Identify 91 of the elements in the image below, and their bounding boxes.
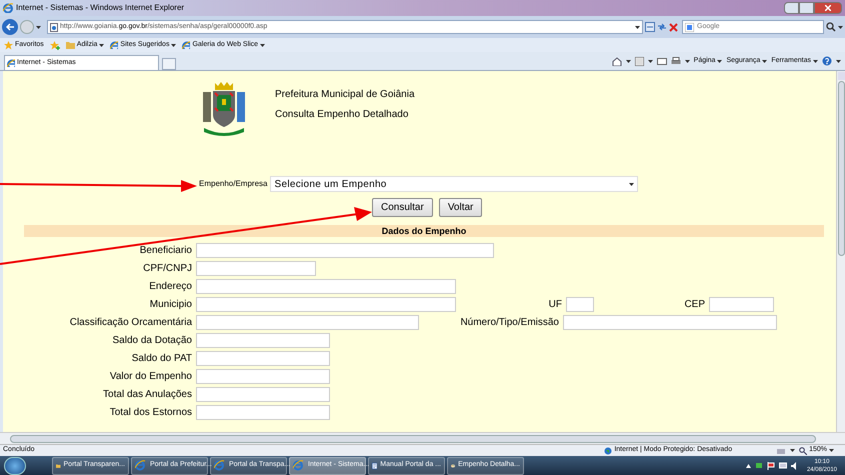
show-hidden-icons-icon — [746, 464, 751, 468]
coat-of-arms-drawing — [200, 80, 248, 138]
caret-icon — [171, 44, 176, 46]
caret-icon — [629, 182, 634, 186]
field-label: Classificação Orcamentária — [68, 316, 192, 330]
text-field[interactable] — [196, 405, 330, 420]
new-tab-button[interactable] — [162, 58, 176, 70]
back-arrow-icon — [6, 23, 14, 31]
refresh-icon — [657, 22, 667, 32]
ie-logo-icon — [3, 3, 13, 13]
caret-icon — [717, 60, 722, 62]
text-field[interactable] — [196, 261, 316, 276]
field-label: CPF/CNPJ — [142, 262, 192, 276]
field-label: Valor do Empenho — [108, 370, 192, 384]
section-header: Dados do Empenho — [24, 225, 824, 237]
caret-icon — [829, 449, 834, 452]
field-label: Endereço — [148, 280, 192, 294]
field-label: Municipio — [148, 298, 192, 312]
caret-icon — [838, 26, 843, 28]
caret-icon — [836, 60, 841, 62]
field-label: Total das Anulações — [102, 388, 192, 402]
text-field[interactable] — [566, 297, 594, 312]
ie-logo-icon — [110, 41, 118, 49]
page-heading: Consulta Empenho Detalhado — [275, 108, 410, 122]
magnifier-icon — [799, 446, 808, 454]
compatibility-view-icon — [645, 22, 655, 32]
text-field[interactable] — [196, 243, 494, 258]
ie-logo-icon — [135, 460, 147, 472]
search-icon — [826, 22, 836, 32]
vertical-scrollbar[interactable] — [836, 71, 845, 432]
maximize-button[interactable] — [799, 2, 814, 14]
caret-icon — [36, 26, 41, 28]
field-label: Saldo da Dotação — [111, 334, 192, 348]
field-label: Saldo do PAT — [130, 352, 192, 366]
scrollbar-thumb[interactable] — [10, 434, 816, 442]
network-icon — [754, 462, 763, 470]
minimize-button[interactable] — [784, 2, 799, 14]
page-heading: Prefeitura Municipal de Goiânia — [275, 88, 415, 102]
text-field[interactable] — [196, 297, 456, 312]
text-field[interactable] — [196, 315, 419, 330]
flag-icon — [766, 462, 775, 470]
speaker-icon — [790, 462, 799, 470]
start-button[interactable] — [4, 456, 26, 474]
scroll-up-button[interactable] — [838, 72, 844, 80]
field-label: Empenho/Empresa — [199, 178, 268, 190]
text-field[interactable] — [196, 333, 330, 348]
printer-icon — [670, 56, 681, 66]
caret-icon — [635, 26, 640, 28]
caret-icon — [99, 44, 104, 46]
text-field[interactable] — [196, 369, 330, 384]
ie-logo-icon — [182, 41, 190, 49]
field-label: Total dos Estornos — [108, 406, 192, 420]
add-favorite-icon — [50, 40, 60, 50]
text-field[interactable] — [196, 387, 330, 402]
page-icon — [50, 22, 58, 32]
field-label: UF — [548, 298, 562, 312]
monitor-icon — [778, 462, 787, 470]
ie-logo-icon — [214, 460, 226, 472]
help-icon — [822, 56, 832, 66]
caret-icon — [260, 44, 266, 46]
text-field[interactable] — [563, 315, 777, 330]
close-button[interactable] — [814, 2, 842, 14]
text-field[interactable] — [709, 297, 774, 312]
window-title: Internet - Sistemas - Windows Internet Explorer — [16, 2, 184, 14]
star-icon — [4, 40, 13, 50]
form-button[interactable]: Voltar — [438, 198, 482, 217]
scrollbar-thumb[interactable] — [838, 81, 844, 256]
caret-icon — [626, 60, 631, 62]
field-label: CEP — [683, 298, 705, 312]
caret-icon — [684, 60, 690, 62]
caret-icon — [762, 60, 768, 62]
horizontal-scrollbar[interactable] — [0, 432, 845, 444]
back-button[interactable] — [2, 19, 18, 35]
caret-icon — [813, 60, 818, 62]
empenho-select[interactable]: Selecione um Empenho — [270, 176, 638, 192]
folder-icon — [66, 41, 75, 49]
google-logo-icon — [685, 22, 694, 32]
field-label: Beneficiario — [138, 244, 192, 258]
text-field[interactable] — [196, 351, 330, 366]
ie-logo-icon — [293, 460, 305, 472]
field-label: Número/Tipo/Emissão — [459, 316, 559, 330]
caret-icon — [648, 60, 653, 62]
caret-icon — [790, 449, 796, 452]
text-field[interactable] — [196, 279, 456, 294]
stop-icon — [669, 22, 678, 32]
globe-icon — [604, 446, 612, 454]
home-icon — [612, 56, 622, 66]
close-icon — [825, 5, 831, 11]
ie-logo-icon — [7, 59, 15, 67]
form-button[interactable]: Consultar — [372, 198, 433, 217]
mail-icon — [656, 58, 667, 64]
